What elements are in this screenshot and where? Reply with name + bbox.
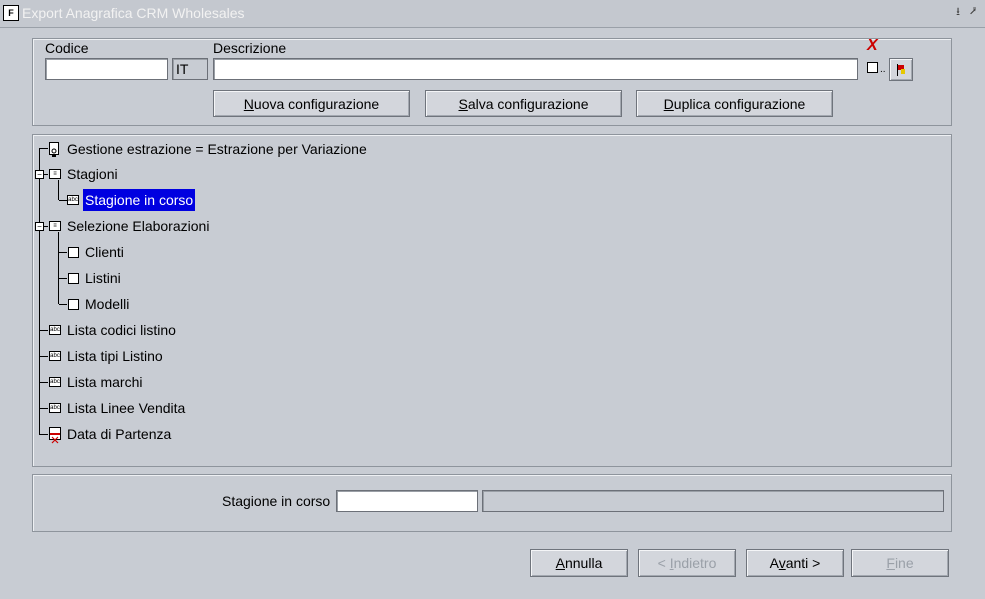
clienti-checkbox[interactable] bbox=[68, 247, 79, 258]
listini-checkbox[interactable] bbox=[68, 273, 79, 284]
window-title: Export Anagrafica CRM Wholesales bbox=[22, 5, 245, 21]
tree-line bbox=[39, 148, 40, 435]
lock-icon bbox=[49, 142, 59, 157]
tree-item-label: Stagioni bbox=[67, 166, 118, 182]
window-title-bar: F Export Anagrafica CRM Wholesales ⭳ ⭷ bbox=[0, 0, 985, 28]
descrizione-field[interactable] bbox=[213, 58, 858, 80]
calendar-icon bbox=[49, 427, 61, 444]
tree-item-label: Listini bbox=[85, 270, 121, 286]
header-checkbox[interactable] bbox=[867, 62, 878, 73]
tree-item-label: Data di Partenza bbox=[67, 426, 172, 442]
annulla-button[interactable]: Annulla bbox=[530, 549, 628, 577]
collapse-icon[interactable]: − bbox=[35, 170, 44, 179]
collapse-icon[interactable]: − bbox=[35, 222, 44, 231]
oracle-forms-icon: F bbox=[3, 5, 19, 21]
list-icon: ≡ bbox=[49, 169, 61, 179]
indietro-button[interactable]: < Indietro bbox=[638, 549, 736, 577]
nuova-configurazione-button[interactable]: Nuova configurazione bbox=[213, 90, 410, 117]
duplica-configurazione-button[interactable]: Duplica configurazione bbox=[636, 90, 833, 117]
modelli-checkbox[interactable] bbox=[68, 299, 79, 310]
abc-icon: abc bbox=[49, 351, 61, 361]
abc-icon: abc bbox=[49, 377, 61, 387]
tree-item-label: Lista codici listino bbox=[67, 322, 176, 338]
fine-button[interactable]: Fine bbox=[851, 549, 949, 577]
list-icon: ≡ bbox=[49, 221, 61, 231]
minimize-icon[interactable]: ⭳ bbox=[952, 5, 964, 19]
descrizione-label: Descrizione bbox=[213, 40, 287, 56]
flag-icon bbox=[896, 61, 906, 76]
abc-icon: abc bbox=[49, 325, 61, 335]
tree-line bbox=[58, 180, 59, 200]
stagione-description-field bbox=[482, 490, 944, 512]
checkbox-dots: .. bbox=[880, 64, 886, 75]
tree-item-label: Lista Linee Vendita bbox=[67, 400, 186, 416]
maximize-icon[interactable]: ⭷ bbox=[967, 5, 979, 19]
abc-icon: abc bbox=[49, 403, 61, 413]
tree-line bbox=[58, 232, 59, 304]
flag-button[interactable] bbox=[889, 58, 913, 81]
tree-item-label: Selezione Elaborazioni bbox=[67, 218, 210, 234]
tree-item-label: Gestione estrazione = Estrazione per Var… bbox=[67, 141, 367, 157]
abc-icon: abc bbox=[67, 195, 79, 205]
codice-label: Codice bbox=[45, 40, 89, 56]
salva-configurazione-button[interactable]: Salva configurazione bbox=[425, 90, 622, 117]
tree-item-label: Stagione in corso bbox=[83, 189, 196, 211]
language-field: IT bbox=[172, 58, 208, 80]
tree-item-label: Clienti bbox=[85, 244, 124, 260]
delete-x-icon[interactable]: X bbox=[867, 38, 878, 54]
codice-field[interactable] bbox=[45, 58, 168, 80]
tree-item-label: Lista tipi Listino bbox=[67, 348, 163, 364]
stagione-in-corso-field[interactable] bbox=[336, 490, 478, 512]
tree-item-label: Modelli bbox=[85, 296, 130, 312]
stagione-in-corso-label: Stagione in corso bbox=[222, 493, 331, 509]
avanti-button[interactable]: Avanti > bbox=[746, 549, 844, 577]
tree-item-label: Lista marchi bbox=[67, 374, 143, 390]
